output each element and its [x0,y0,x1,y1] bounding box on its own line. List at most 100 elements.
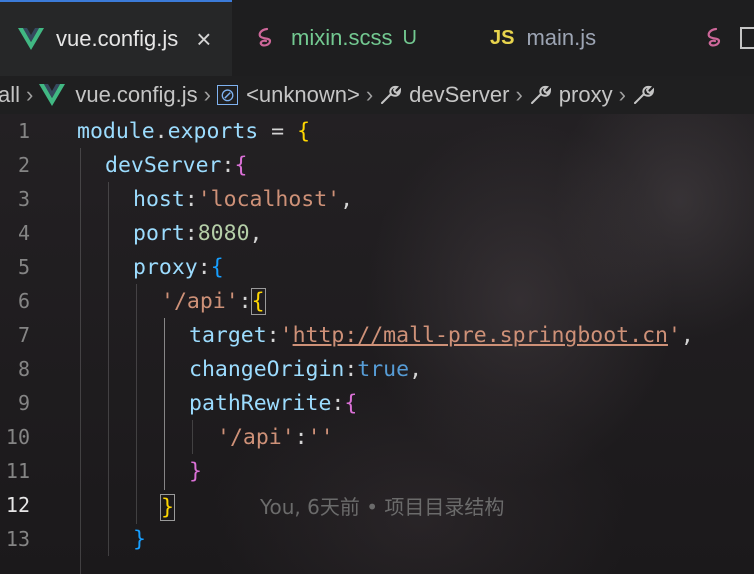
token: devServer [105,152,222,178]
chevron-right-icon: › [515,82,523,107]
split-editor-icon[interactable] [740,27,754,49]
token: { [210,254,224,280]
code-line: 2 devServer:{ [0,148,754,182]
tab-label: vue.config.js [56,26,179,51]
token: } [133,526,146,552]
line-number: 4 [17,221,30,245]
code-line: 5 proxy:{ [0,250,754,284]
indent-guide [108,182,109,556]
code-line-current: 12 } You, 6天前 • 项目目录结构 [0,488,754,522]
vue-icon [18,28,44,50]
line-number: 13 [5,527,30,551]
breadcrumb-item-unknown[interactable]: ⊘ <unknown> [216,82,360,108]
code-text: proxy:{ [133,255,224,280]
line-number: 9 [17,391,30,415]
code-line: 11 } [0,454,754,488]
code-text: '/api':'' [217,425,334,450]
code-line: 4 port:8080, [0,216,754,250]
token: , [249,220,263,246]
js-icon: JS [490,26,515,49]
chevron-right-icon: › [365,82,374,107]
code-line: 6 '/api':{ [0,284,754,318]
token: proxy [133,254,198,280]
git-blame-annotation: You, 6天前 • 项目目录结构 [259,494,505,519]
token: : [331,390,345,416]
indent-guide [80,148,81,574]
tab-label: mixin.scss [291,25,393,50]
code-text: } [133,527,146,552]
code-line: 8 changeOrigin:true, [0,352,754,386]
line-number: 6 [17,289,30,313]
sass-icon [704,26,728,50]
wrench-icon [632,84,654,106]
breadcrumb-item-folder[interactable]: all [0,82,20,108]
token: 'localhost' [197,186,341,212]
code-line: 10 '/api':'' [0,420,754,454]
line-number: 12 [5,493,30,517]
breadcrumb-file-label: vue.config.js [75,82,198,107]
token: : [197,254,211,280]
tab-overflow-scss[interactable] [704,0,754,76]
wrench-icon [379,84,402,106]
code-text: module.exports = { [77,119,310,144]
token: port [133,220,185,246]
token: } [189,458,202,484]
vue-icon [39,84,66,106]
code-editor[interactable]: 1 module.exports = { 2 devServer:{ 3 hos… [0,114,754,574]
token: module [77,118,155,144]
breadcrumb-item-proxy[interactable]: proxy [529,82,613,108]
url-link[interactable]: http://mall-pre.springboot.cn [293,323,668,348]
chevron-right-icon: › [618,82,626,107]
code-text: devServer:{ [105,153,247,178]
tab-label: main.js [526,25,597,50]
token: = [258,118,298,144]
token: : [221,152,235,178]
breadcrumb-proxy-label: proxy [558,82,613,107]
tab-main-js[interactable]: JS main.js [490,0,690,76]
token: 8080 [197,220,250,246]
token: ' [279,322,293,348]
code-text: changeOrigin:true, [189,357,422,382]
indent-guide [192,420,193,454]
code-line: 3 host:'localhost', [0,182,754,216]
tab-bar: vue.config.js × mixin.scss U JS main.js [0,0,754,77]
tab-vue-config[interactable]: vue.config.js × [0,0,232,76]
breadcrumb-unknown-label: <unknown> [246,82,360,107]
code-line: 7 target:'http://mall-pre.springboot.cn'… [0,318,754,352]
untracked-badge: U [402,26,417,49]
token: , [680,322,694,348]
breadcrumb-item-devserver[interactable]: devServer [379,82,509,108]
close-icon[interactable]: × [196,24,211,55]
code-text: '/api':{ [161,287,266,315]
token: '' [307,424,334,450]
code-text: pathRewrite:{ [189,391,357,416]
code-line: 9 pathRewrite:{ [0,386,754,420]
code-text: target:'http://mall-pre.springboot.cn', [189,323,694,348]
line-number: 11 [5,459,30,483]
line-number: 7 [17,323,30,347]
module-icon: ⊘ [216,85,239,105]
line-number: 5 [17,255,30,279]
token: true [357,356,410,382]
code-text: } You, 6天前 • 项目目录结构 [160,491,505,521]
code-line: 13 } [0,522,754,556]
tab-mixin-scss[interactable]: mixin.scss U [255,0,465,76]
chevron-right-icon: › [203,82,211,107]
breadcrumb-item-file[interactable]: vue.config.js [39,82,198,108]
token: { [344,390,358,416]
token: , [340,186,354,212]
matching-bracket: } [160,493,175,521]
token: , [409,356,423,382]
token: : [184,186,198,212]
sass-icon [255,26,279,50]
line-number: 2 [17,153,30,177]
token: host [133,186,185,212]
token: changeOrigin [189,356,345,382]
token: { [234,152,248,178]
matching-bracket: { [250,287,266,315]
token: : [184,220,198,246]
token: : [238,288,252,314]
breadcrumb-devserver-label: devServer [409,82,510,107]
code-text: host:'localhost', [133,187,353,212]
token: exports [167,118,259,144]
